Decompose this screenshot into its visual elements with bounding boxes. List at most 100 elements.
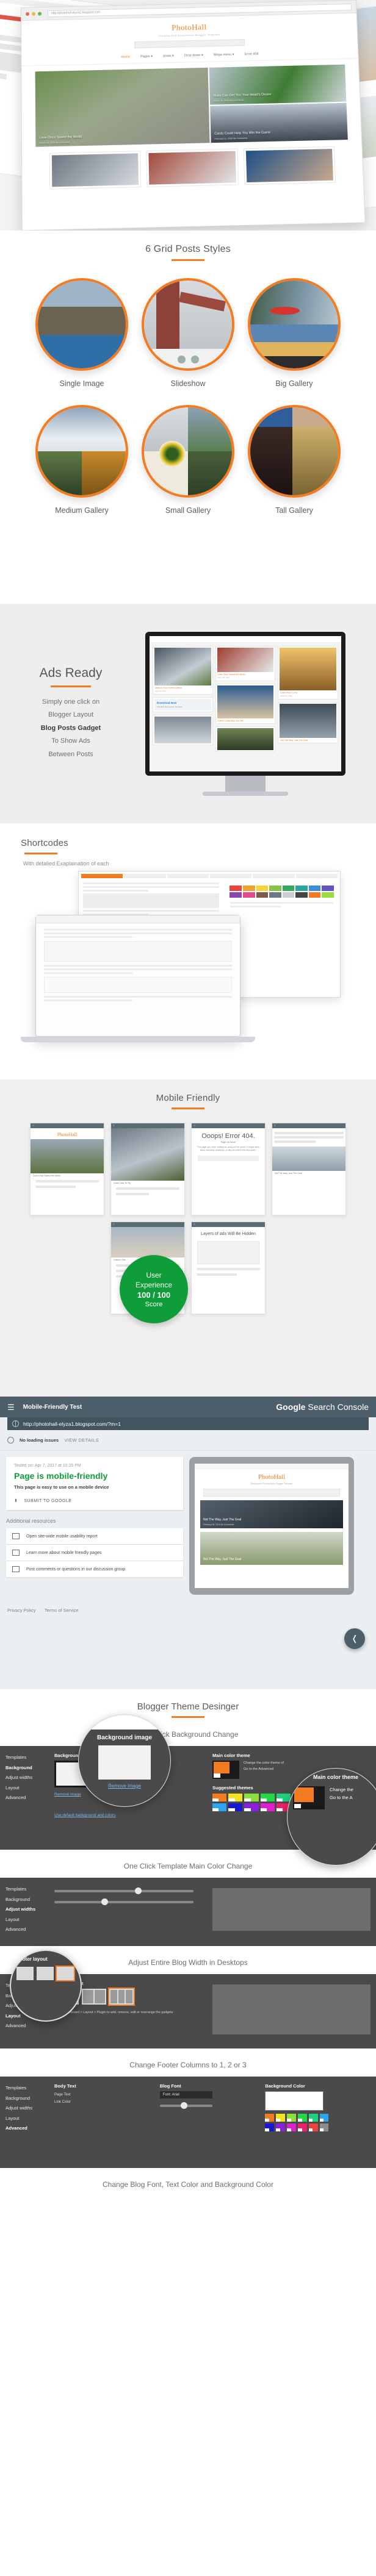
window-minimize-dot[interactable] bbox=[32, 12, 36, 16]
designer-nav-advanced[interactable]: Advanced bbox=[5, 1793, 54, 1803]
post-card[interactable] bbox=[49, 151, 142, 190]
designer-nav-advanced[interactable]: Advanced bbox=[5, 1925, 54, 1935]
featured-post-top[interactable]: Mars Can Get You Your Heart's Desire Mar… bbox=[209, 64, 347, 105]
nav-item-megamenu[interactable]: Mega menu ▾ bbox=[214, 53, 234, 57]
submit-to-google-button[interactable]: ⬆ SUBMIT TO GOOGLE bbox=[14, 1498, 175, 1504]
color-swatch-grid[interactable] bbox=[226, 883, 338, 900]
designer-panel-advanced: Templates Background Adjust widths Layou… bbox=[0, 2077, 376, 2168]
designer-nav-layout[interactable]: Layout bbox=[5, 1783, 54, 1794]
card-meta: March 04, 2016 bbox=[280, 694, 292, 697]
footer-option-2col[interactable] bbox=[82, 1989, 106, 2005]
phone-mockup: ☰ PhotoHall Love Once Saved the World bbox=[30, 1123, 104, 1215]
site-search-input[interactable] bbox=[134, 39, 245, 49]
nav-item-home[interactable]: Home bbox=[121, 55, 130, 59]
window-maximize-dot[interactable] bbox=[38, 12, 42, 16]
main-color-swatch[interactable] bbox=[212, 1761, 239, 1779]
monitor-post-card[interactable] bbox=[215, 726, 276, 752]
suggested-themes-grid[interactable] bbox=[212, 1794, 291, 1811]
monitor-post-card[interactable]: Love Once Saved the World March 08, 2016 bbox=[215, 645, 276, 681]
resource-link[interactable]: Open site-wide mobile usability report bbox=[6, 1528, 183, 1544]
designer-nav-layout[interactable]: Layout bbox=[5, 1915, 54, 1925]
designer-nav-layout[interactable]: Layout bbox=[5, 2114, 54, 2124]
grid-style-small-gallery[interactable]: Small Gallery bbox=[142, 405, 234, 515]
color-palette[interactable] bbox=[265, 2114, 329, 2131]
width-slider[interactable] bbox=[54, 1898, 193, 1905]
nav-item-error404[interactable]: Error 404 bbox=[244, 52, 258, 57]
designer-nav-background[interactable]: Background bbox=[5, 2094, 54, 2104]
slider-handle[interactable] bbox=[101, 1898, 109, 1905]
ads-line-4: To Show Ads bbox=[51, 737, 90, 745]
designer-nav-templates[interactable]: Templates bbox=[5, 1884, 54, 1895]
result-heading: Page is mobile-friendly bbox=[14, 1471, 108, 1481]
post-card[interactable] bbox=[146, 148, 239, 187]
font-size-slider[interactable] bbox=[159, 2102, 212, 2109]
monitor-post-card[interactable]: Learn How To Fly March 04, 2016 bbox=[278, 645, 339, 699]
slideshow-dots[interactable] bbox=[144, 356, 232, 363]
font-select[interactable]: Font: Arial bbox=[159, 2091, 212, 2098]
designer-nav-adjust-widths[interactable]: Adjust widths bbox=[5, 1773, 54, 1783]
view-details-link[interactable]: VIEW DETAILS bbox=[64, 1437, 99, 1443]
laptop-base bbox=[21, 1037, 255, 1042]
use-default-link[interactable]: Use default background and colors bbox=[54, 1813, 115, 1817]
monitor-post-card[interactable] bbox=[153, 714, 213, 745]
designer-nav-advanced[interactable]: Advanced bbox=[5, 2123, 54, 2134]
slider-handle[interactable] bbox=[181, 2102, 188, 2109]
window-close-dot[interactable] bbox=[26, 12, 30, 16]
mobile-friendly-title: Mobile Friendly bbox=[156, 1093, 220, 1103]
advanced-item-link-color[interactable]: Link Color bbox=[54, 2098, 160, 2106]
designer-nav-background[interactable]: Background bbox=[5, 1895, 54, 1905]
user-experience-badge: User Experience 100 / 100 Score bbox=[120, 1255, 188, 1323]
card-title: Learn How To Fly bbox=[280, 691, 298, 694]
advanced-item-page-text[interactable]: Page Text bbox=[54, 2091, 160, 2098]
grid-style-tall-gallery[interactable]: Tall Gallery bbox=[248, 405, 341, 515]
designer-nav-adjust-widths[interactable]: Adjust widths bbox=[5, 1905, 54, 1915]
hero-browser-window: http://photohall-elyza1.blogspot.com Pho… bbox=[20, 0, 366, 231]
grid-style-single-image[interactable]: Single Image bbox=[35, 278, 128, 388]
advanced-list: Body Text Page Text Link Color bbox=[54, 2083, 160, 2161]
magnified-color-swatch[interactable] bbox=[293, 1786, 325, 1809]
monitor-post-card[interactable]: Not The Way, Just The Goal bbox=[278, 701, 339, 743]
resource-link[interactable]: Post comments or questions in our discus… bbox=[6, 1561, 183, 1577]
magnifier-background-image: Background image Remove image bbox=[78, 1714, 171, 1807]
featured-post-large[interactable]: Love Once Saved the World March 08, 2016… bbox=[35, 67, 210, 147]
designer-nav-background[interactable]: Background bbox=[5, 1763, 54, 1773]
nav-item-posts[interactable]: posts ▾ bbox=[163, 54, 174, 58]
hamburger-icon[interactable]: ☰ bbox=[7, 1403, 15, 1411]
grid-style-big-gallery[interactable]: Big Gallery bbox=[248, 278, 341, 388]
grid-style-slideshow[interactable]: Slideshow bbox=[142, 278, 234, 388]
width-slider[interactable] bbox=[54, 1887, 193, 1894]
nav-item-dropdown[interactable]: Drop down ▾ bbox=[184, 54, 203, 58]
phone-caption: Not The Way, Just The Goal bbox=[275, 1172, 302, 1175]
designer-nav-templates[interactable]: Templates bbox=[5, 2083, 54, 2094]
slider-handle[interactable] bbox=[135, 1887, 142, 1894]
gsc-status-label: No loading issues bbox=[20, 1437, 59, 1443]
monitor-ad-card[interactable]: Download Now The Best Responsive Templat… bbox=[153, 696, 213, 712]
gsc-url-bar[interactable]: http://photohall-elyza1.blogspot.com/?m=… bbox=[7, 1417, 369, 1430]
designer-nav-advanced[interactable]: Advanced bbox=[5, 2021, 54, 2031]
resource-link[interactable]: Learn more about mobile friendly pages bbox=[6, 1545, 183, 1561]
footer-option-3col[interactable] bbox=[108, 1987, 135, 2006]
phone-mockup: ☰ Learn How To Fly bbox=[110, 1123, 185, 1215]
grid-style-medium-gallery[interactable]: Medium Gallery bbox=[35, 405, 128, 515]
designer-nav-adjust-widths[interactable]: Adjust widths bbox=[5, 2103, 54, 2114]
designer-nav-templates[interactable]: Templates bbox=[5, 1753, 54, 1763]
main-color-theme-label: Main color theme bbox=[212, 1753, 250, 1758]
additional-resources-title: Additional resources bbox=[6, 1518, 56, 1524]
magnifier-remove-link[interactable]: Remove image bbox=[108, 1783, 141, 1789]
submit-label: SUBMIT TO GOOGLE bbox=[24, 1498, 72, 1503]
terms-of-service-link[interactable]: Terms of Service bbox=[45, 1608, 79, 1613]
width-preview bbox=[212, 1884, 371, 1939]
share-button[interactable]: ❬ bbox=[344, 1628, 365, 1649]
remove-image-link[interactable]: Remove image bbox=[54, 1792, 81, 1797]
monitor-post-card[interactable]: Mars Is Your Heart's Desire April 10, 20… bbox=[153, 645, 213, 695]
nav-item-pages[interactable]: Pages ▾ bbox=[140, 55, 153, 59]
designer-panel-widths: Templates Background Adjust widths Layou… bbox=[0, 1878, 376, 1946]
grid-style-label: Slideshow bbox=[170, 379, 206, 388]
featured-title: Love Once Saved the World bbox=[39, 135, 82, 140]
featured-post-bottom[interactable]: Cards Could Help You Win the Game Februa… bbox=[210, 102, 348, 143]
ads-copy: Ads Ready Simply one click on Blogger La… bbox=[0, 666, 142, 761]
post-card[interactable] bbox=[243, 146, 336, 185]
monitor-post-card[interactable]: Cards Could Help You Win bbox=[215, 683, 276, 724]
shortcode-tabs[interactable] bbox=[79, 871, 340, 881]
privacy-policy-link[interactable]: Privacy Policy bbox=[7, 1608, 36, 1613]
